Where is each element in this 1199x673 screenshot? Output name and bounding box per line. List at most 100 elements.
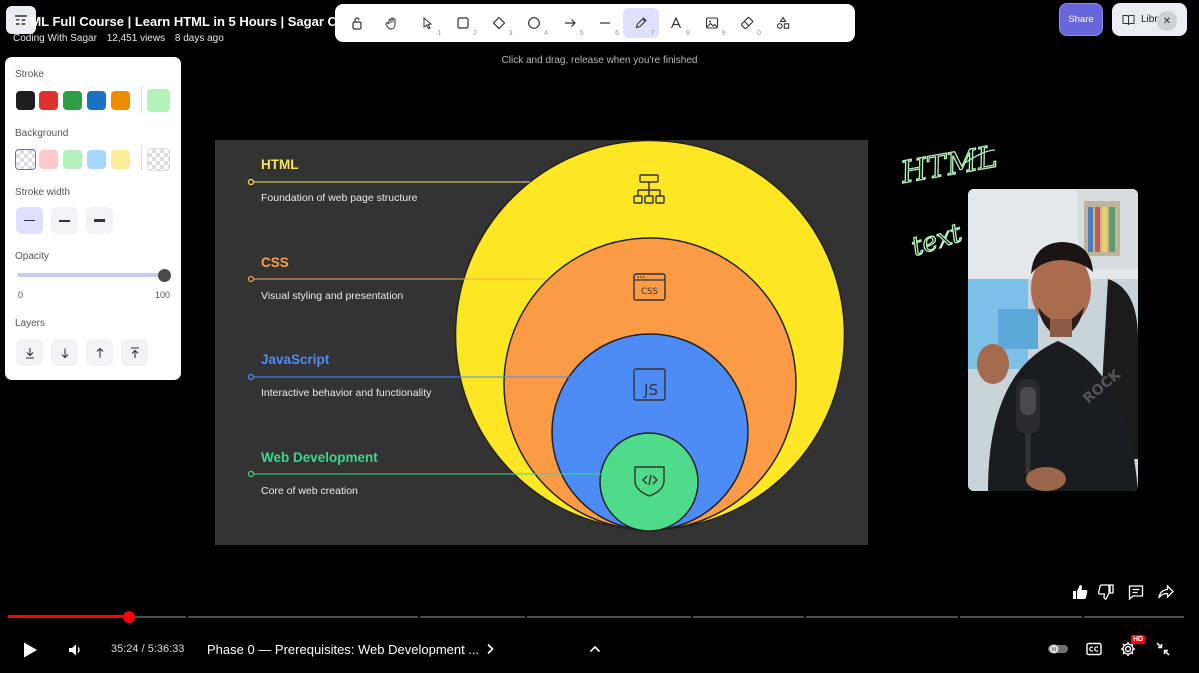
progress-scrubber[interactable] (123, 611, 135, 623)
background-color-pink[interactable] (39, 150, 58, 169)
diamond-tool[interactable]: 3 (481, 8, 517, 38)
lock-tool[interactable] (339, 8, 375, 38)
html-description: Foundation of web page structure (261, 192, 418, 204)
chevron-right-icon (487, 643, 494, 655)
toggle-icon (1048, 644, 1068, 654)
background-color-current[interactable] (147, 148, 170, 171)
stroke-width-extra-bold[interactable] (86, 207, 113, 234)
current-time: 35:24 (111, 643, 139, 655)
share-video-button[interactable] (1156, 582, 1176, 602)
stroke-color-red[interactable] (39, 91, 58, 110)
play-button[interactable] (18, 638, 42, 662)
stroke-color-green[interactable] (63, 91, 82, 110)
exit-fullscreen-button[interactable] (1154, 640, 1172, 658)
stroke-color-orange[interactable] (111, 91, 130, 110)
hand-tool[interactable] (375, 8, 411, 38)
dislike-button[interactable] (1096, 582, 1116, 602)
captions-icon (1086, 642, 1102, 656)
progress-bar[interactable] (8, 616, 1184, 618)
bring-to-front-button[interactable] (121, 339, 148, 366)
hd-badge: HD (1131, 635, 1146, 644)
arrow-up-icon (96, 347, 103, 357)
next-chapter-button[interactable] (482, 641, 498, 657)
opacity-slider[interactable] (17, 273, 169, 277)
close-icon[interactable]: ✕ (1157, 11, 1177, 31)
shortcut-key: 7 (650, 30, 655, 37)
send-to-back-icon (25, 347, 34, 359)
eraser-tool[interactable]: 0 (730, 8, 766, 38)
background-color-green[interactable] (63, 150, 82, 169)
channel-name[interactable]: Coding With Sagar (13, 33, 97, 44)
mute-button[interactable] (64, 639, 86, 661)
image-icon (705, 17, 718, 29)
pencil-icon (635, 17, 647, 29)
stroke-width-thin[interactable] (16, 207, 43, 234)
properties-panel: Stroke Background Stroke width Opacity 0… (5, 57, 181, 380)
send-to-back-button[interactable] (16, 339, 43, 366)
stroke-color-blue[interactable] (87, 91, 106, 110)
stroke-color-current[interactable] (147, 89, 170, 112)
upload-age: 8 days ago (174, 33, 224, 44)
shortcut-key: 3 (508, 30, 513, 37)
shortcut-key: 5 (579, 30, 584, 37)
chapter-marker (1082, 616, 1084, 618)
eraser-icon (741, 16, 754, 30)
shapes-icon (776, 16, 790, 29)
chapter-title[interactable]: Phase 0 — Prerequisites: Web Development… (207, 642, 479, 657)
css-title: CSS (261, 255, 289, 270)
duration: 5:36:33 (147, 643, 185, 655)
cursor-icon (423, 16, 432, 30)
bring-to-front-icon (130, 346, 139, 358)
send-backward-button[interactable] (51, 339, 78, 366)
volume-icon (69, 644, 80, 656)
background-color-blue[interactable] (87, 150, 106, 169)
stroke-width-bold[interactable] (51, 207, 78, 234)
chevron-up-icon (589, 645, 601, 653)
line-tool[interactable]: 6 (588, 8, 624, 38)
background-color-yellow[interactable] (111, 150, 130, 169)
image-tool[interactable]: 9 (694, 8, 730, 38)
background-label: Background (15, 128, 69, 139)
javascript-description: Interactive behavior and functionality (261, 387, 432, 399)
like-button[interactable] (1070, 582, 1090, 602)
web-development-description: Core of web creation (261, 485, 358, 497)
shortcut-key: 0 (757, 30, 761, 37)
video-meta: Coding With Sagar 12,451 views 8 days ag… (13, 33, 231, 44)
divider (141, 87, 142, 113)
comments-button[interactable] (1126, 582, 1146, 602)
play-icon (24, 642, 37, 658)
slide-image: CSS JS HTML Foundation of web page struc… (215, 140, 868, 545)
thumbs-down-icon (1098, 584, 1114, 600)
opacity-max: 100 (155, 290, 171, 300)
view-count: 12,451 views (106, 33, 166, 44)
opacity-label: Opacity (15, 251, 49, 262)
arrow-tool[interactable]: 5 (552, 8, 588, 38)
drawing-toolbar: 1 2 3 4 5 6 7 8 9 0 (335, 4, 855, 42)
thumbs-up-icon (1073, 585, 1088, 599)
shortcut-key: 1 (437, 30, 442, 37)
lock-icon (352, 17, 362, 30)
select-tool[interactable]: 1 (410, 8, 446, 38)
expand-chapters-button[interactable] (587, 641, 603, 657)
opacity-slider-handle[interactable] (158, 269, 171, 282)
webcam-video: ROCK (968, 189, 1138, 491)
circle-icon (528, 17, 541, 29)
rectangle-tool[interactable]: 2 (446, 8, 482, 38)
background-color-transparent[interactable] (15, 149, 36, 170)
bring-forward-button[interactable] (86, 339, 113, 366)
web-development-title: Web Development (261, 450, 378, 465)
share-button[interactable]: Share (1059, 3, 1103, 36)
pencil-tool[interactable]: 7 (623, 8, 659, 38)
handwriting-text: text (908, 218, 966, 262)
captions-button[interactable] (1084, 640, 1104, 658)
stroke-color-black[interactable] (16, 91, 35, 110)
ellipse-tool[interactable]: 4 (517, 8, 553, 38)
video-title[interactable]: HTML Full Course | Learn HTML in 5 Hours… (13, 14, 390, 29)
handwriting-html: HTML (897, 140, 999, 191)
svg-text:CSS: CSS (641, 287, 658, 297)
comment-icon (1128, 585, 1144, 600)
autoplay-toggle[interactable] (1046, 641, 1070, 657)
text-tool[interactable]: 8 (659, 8, 695, 38)
more-tools[interactable] (765, 8, 801, 38)
html-title: HTML (261, 157, 299, 172)
